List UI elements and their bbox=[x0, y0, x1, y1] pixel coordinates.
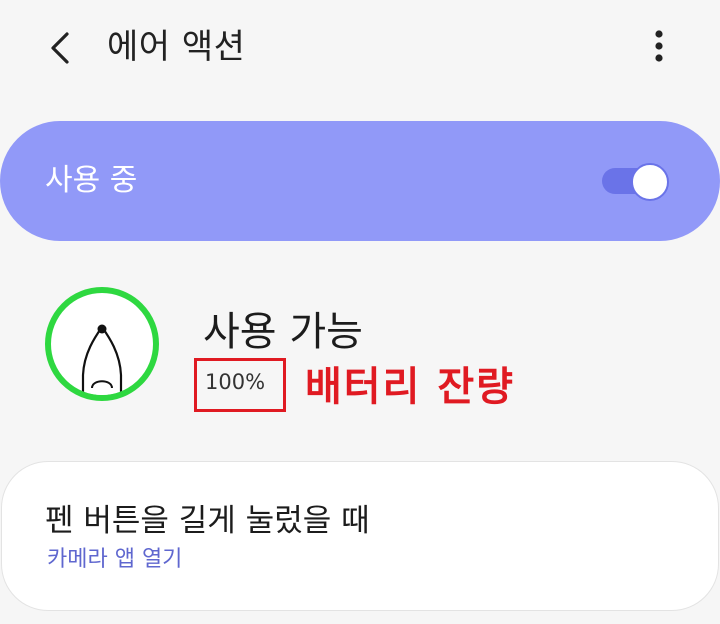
s-pen-icon bbox=[45, 287, 159, 401]
chevron-left-icon bbox=[51, 32, 69, 64]
pen-status-label: 사용 가능 bbox=[203, 309, 363, 355]
battery-annotation: 배터리 잔량 bbox=[305, 364, 515, 410]
pen-status-section: 사용 가능 100% 배터리 잔량 bbox=[0, 270, 720, 440]
battery-highlight-box bbox=[194, 358, 286, 412]
long-press-setting[interactable]: 펜 버튼을 길게 눌렀을 때 카메라 앱 열기 bbox=[2, 462, 718, 610]
master-switch-card[interactable]: 사용 중 bbox=[0, 121, 720, 241]
more-options-button[interactable] bbox=[636, 22, 682, 72]
master-toggle[interactable] bbox=[600, 161, 670, 201]
long-press-title: 펜 버튼을 길게 눌렀을 때 bbox=[45, 503, 370, 539]
master-switch-label: 사용 중 bbox=[45, 163, 138, 198]
page-title: 에어 액션 bbox=[107, 27, 246, 67]
app-bar: 에어 액션 bbox=[0, 0, 720, 95]
toggle-knob bbox=[631, 163, 669, 201]
more-vertical-icon bbox=[655, 30, 663, 62]
long-press-action: 카메라 앱 열기 bbox=[47, 547, 183, 572]
back-button[interactable] bbox=[34, 22, 86, 74]
